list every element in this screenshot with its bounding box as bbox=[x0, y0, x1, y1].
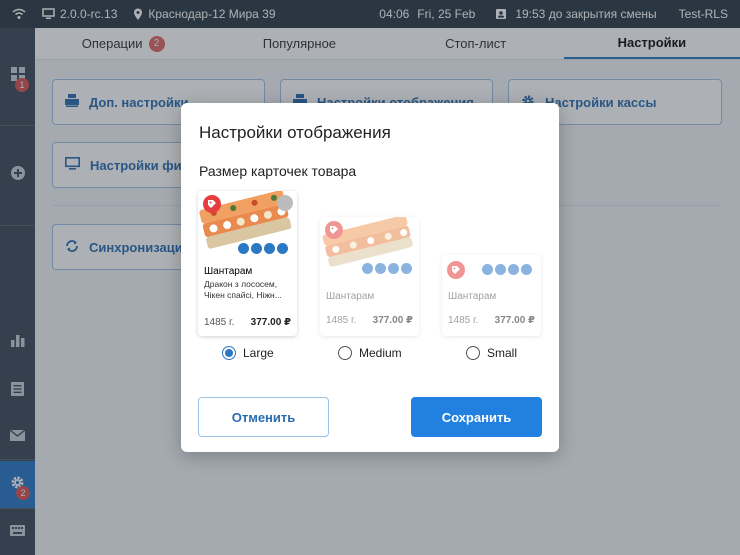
radio-selected-icon bbox=[222, 346, 236, 360]
save-button[interactable]: Сохранить bbox=[411, 397, 542, 437]
product-card-large[interactable]: Шантарам Дракон з лососем, Чікен спайсі,… bbox=[198, 191, 297, 336]
tag-icon bbox=[447, 261, 465, 279]
product-description: Дракон з лососем, Чікен спайсі, Ніжн... bbox=[204, 279, 282, 300]
radio-label: Small bbox=[487, 346, 518, 360]
radio-label: Medium bbox=[359, 346, 402, 360]
product-price: 377.00 ₽ bbox=[494, 315, 535, 326]
dialog-title: Настройки отображения bbox=[199, 123, 391, 142]
radio-icon bbox=[466, 346, 480, 360]
product-price: 377.00 ₽ bbox=[250, 317, 291, 328]
portion-icons bbox=[482, 264, 532, 275]
radio-label: Large bbox=[243, 346, 274, 360]
size-option-large[interactable]: Large bbox=[222, 346, 274, 360]
product-name: Шантарам bbox=[448, 291, 497, 302]
radio-icon bbox=[338, 346, 352, 360]
portion-icons bbox=[362, 263, 412, 274]
portion-icons bbox=[238, 243, 288, 254]
tag-icon bbox=[203, 195, 221, 213]
cancel-button[interactable]: Отменить bbox=[198, 397, 329, 437]
product-price: 377.00 ₽ bbox=[372, 315, 413, 326]
size-option-medium[interactable]: Medium bbox=[338, 346, 402, 360]
size-option-small[interactable]: Small bbox=[466, 346, 517, 360]
product-weight: 1485 г. bbox=[326, 315, 357, 326]
product-weight: 1485 г. bbox=[204, 317, 235, 328]
info-icon bbox=[277, 195, 293, 211]
product-card-medium[interactable]: Шантарам 1485 г. 377.00 ₽ bbox=[320, 217, 419, 336]
display-settings-dialog: Настройки отображения Размер карточек то… bbox=[181, 103, 559, 452]
product-name: Шантарам bbox=[326, 291, 375, 302]
tag-icon bbox=[325, 221, 343, 239]
product-card-small[interactable]: Шантарам 1485 г. 377.00 ₽ bbox=[442, 255, 541, 336]
dialog-subtitle: Размер карточек товара bbox=[199, 163, 357, 179]
product-name: Шантарам bbox=[204, 266, 253, 277]
product-weight: 1485 г. bbox=[448, 315, 479, 326]
